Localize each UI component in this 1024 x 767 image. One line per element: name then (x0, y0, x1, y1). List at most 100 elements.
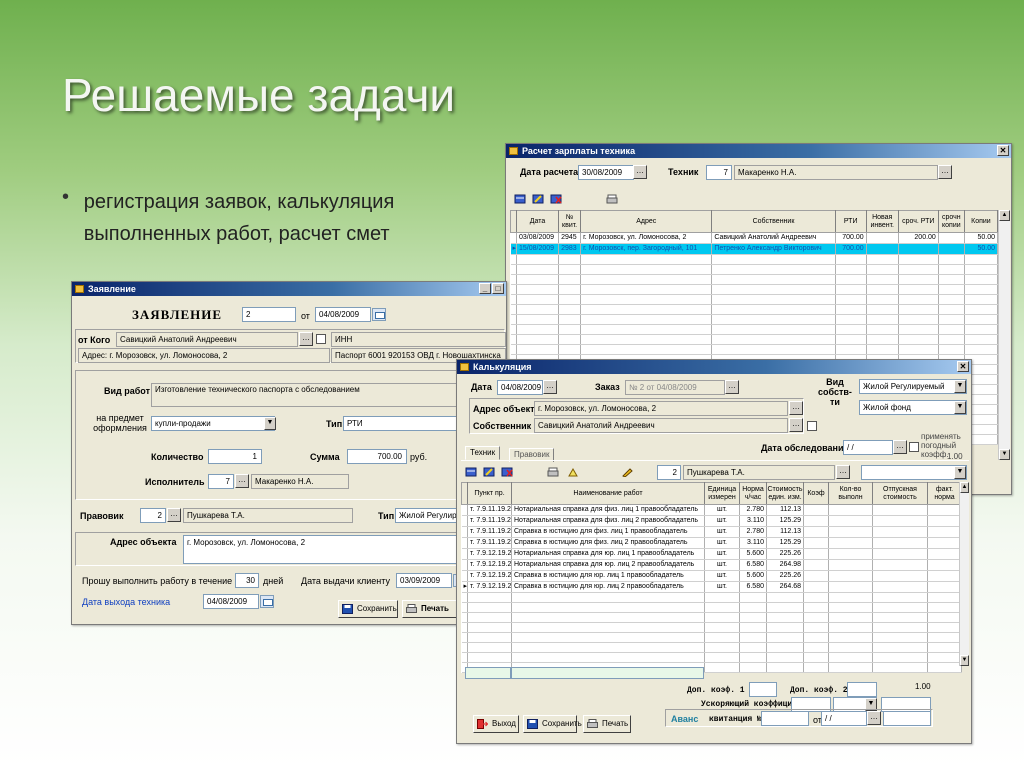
table-row[interactable]: т. 7.9.12.19.2 Нотариальная справка для ю… (461, 559, 962, 571)
calculate-icon[interactable] (567, 467, 579, 477)
sum-field[interactable]: 700.00 (347, 449, 407, 464)
lawyer-num-field[interactable]: 2 (140, 508, 166, 523)
save-button[interactable]: Сохранить (338, 600, 398, 618)
survey-date-field[interactable]: / / (843, 440, 893, 455)
lawyer-select-button[interactable]: … (167, 508, 181, 522)
edit-record-icon[interactable] (483, 467, 495, 477)
chevron-down-icon[interactable]: ▼ (264, 417, 276, 430)
executor-num-field[interactable]: 7 (208, 474, 234, 489)
calc-print-button[interactable]: Печать (583, 715, 631, 733)
print-icon[interactable] (606, 194, 618, 204)
table-row[interactable]: 03/08/2009 2945 г. Морозовск, ул. Ломоно… (510, 232, 999, 244)
salary-titlebar[interactable]: Расчет зарплаты техника ✕ (506, 144, 1011, 158)
tech-num-field[interactable]: 7 (706, 165, 732, 180)
maximize-icon[interactable]: □ (492, 283, 504, 294)
minimize-icon[interactable]: _ (479, 283, 491, 294)
col-header[interactable]: Отпускная стоимость (872, 482, 928, 505)
exec-extra-select[interactable] (861, 465, 967, 480)
owner-select-button[interactable]: … (789, 418, 803, 432)
executor-select-button[interactable]: … (235, 474, 249, 488)
table-row[interactable]: т. 7.9.11.19.2 Справка в юстицию для физ.… (461, 537, 962, 549)
object-select-button[interactable]: … (789, 401, 803, 415)
chevron-down-icon[interactable]: ▼ (954, 466, 966, 479)
col-header[interactable]: Норма ч/час (739, 482, 767, 505)
term-field[interactable]: 30 (235, 573, 259, 588)
subject-select[interactable]: купли-продажи (151, 416, 275, 431)
col-header[interactable]: срочн копии (937, 210, 965, 233)
col-header[interactable]: Адрес (580, 210, 713, 233)
table-row[interactable]: т. 7.9.11.19.2 Нотариальная справка для ф… (461, 504, 962, 516)
table-row-selected[interactable]: ▸ 15/08/2009 2983 г. Морозовск, пер. Заг… (510, 243, 999, 255)
scroll-down-icon[interactable]: ▼ (999, 449, 1010, 460)
exit-button[interactable]: Выход (473, 715, 519, 733)
weather-coef-checkbox[interactable] (909, 442, 919, 452)
col-header[interactable]: Единица измерен (704, 482, 740, 505)
owner-checkbox[interactable] (807, 421, 817, 431)
receipt-date-button[interactable]: … (867, 711, 881, 725)
scroll-up-icon[interactable]: ▲ (999, 210, 1010, 221)
edit-record-icon[interactable] (532, 194, 544, 204)
calc-titlebar[interactable]: Калькуляция ✕ (457, 360, 971, 374)
col-header[interactable]: Копии (963, 210, 999, 233)
quantity-field[interactable]: 1 (208, 449, 262, 464)
chevron-down-icon[interactable]: ▼ (954, 401, 966, 414)
survey-date-button[interactable]: … (893, 440, 907, 454)
calendar-icon[interactable] (372, 308, 386, 321)
ownership-kind-select[interactable]: Жилой Регулируемый (859, 379, 967, 394)
calc-save-button[interactable]: Сохранить (523, 715, 582, 733)
salary-scrollbar[interactable]: ▲ ▼ (998, 210, 1010, 460)
calendar-icon[interactable] (260, 595, 274, 608)
tech-out-date-field[interactable]: 04/08/2009 (203, 594, 259, 609)
receipt-date-field[interactable]: / / (821, 711, 867, 726)
col-header[interactable]: Дата (515, 210, 560, 233)
scroll-down-icon[interactable]: ▼ (960, 655, 969, 666)
table-row[interactable]: ▸ т. 7.9.12.19.2 Справка в юстицию для юр.… (461, 581, 962, 593)
col-header[interactable]: Собственник (711, 210, 836, 233)
col-header[interactable]: сроч. РТИ (897, 210, 939, 233)
table-row[interactable]: т. 7.9.12.19.2 Справка в юстицию для юр. … (461, 570, 962, 582)
date-calc-button[interactable]: … (633, 165, 647, 179)
advance-amount-field[interactable] (883, 711, 931, 726)
fund-select[interactable]: Жилой фонд (859, 400, 967, 415)
add-coef1-field[interactable] (749, 682, 777, 697)
table-row[interactable]: т. 7.9.12.19.2 Нотариальная справка для ю… (461, 548, 962, 560)
calc-scrollbar[interactable]: ▲ ▼ (959, 482, 969, 666)
col-header[interactable]: РТИ (834, 210, 867, 233)
col-header[interactable]: № квит. (558, 210, 582, 233)
add-record-icon[interactable] (465, 467, 477, 477)
close-icon[interactable]: ✕ (957, 361, 969, 372)
calc-date-button[interactable]: … (543, 380, 557, 394)
table-row[interactable]: т. 7.9.11.19.2 Нотариальная справка для ф… (461, 515, 962, 527)
col-header[interactable]: Коэф (803, 482, 829, 505)
chevron-down-icon[interactable]: ▼ (954, 380, 966, 393)
request-titlebar[interactable]: Заявление _ □ (72, 282, 506, 296)
exec-num-field[interactable]: 2 (657, 465, 681, 480)
tab-tech[interactable]: Техник (465, 446, 501, 460)
print-icon[interactable] (547, 467, 559, 477)
order-select-button[interactable]: … (725, 380, 739, 394)
col-header[interactable]: Новая инвент. (865, 210, 899, 233)
col-header[interactable]: Пункт пр. (467, 482, 512, 505)
col-header[interactable]: Кол-во выполн (828, 482, 873, 505)
client-select-button[interactable]: … (299, 332, 313, 346)
date-calc-field[interactable]: 30/08/2009 (578, 165, 634, 180)
receipt-field[interactable] (761, 711, 809, 726)
client-checkbox[interactable] (316, 334, 326, 344)
table-row[interactable]: т. 7.9.11.19.2 Справка в юстицию для физ.… (461, 526, 962, 538)
add-coef2-field[interactable] (847, 682, 877, 697)
delete-record-icon[interactable] (501, 467, 513, 477)
col-header[interactable]: Стоимость един. изм. (766, 482, 804, 505)
delete-record-icon[interactable] (550, 194, 562, 204)
exec-select-button[interactable]: … (836, 465, 850, 479)
scroll-up-icon[interactable]: ▲ (960, 482, 969, 493)
col-header[interactable]: факт. норма (927, 482, 962, 505)
tech-select-button[interactable]: … (938, 165, 952, 179)
close-icon[interactable]: ✕ (997, 145, 1009, 156)
issue-date-field[interactable]: 03/09/2009 (396, 573, 452, 588)
calc-date-field[interactable]: 04/08/2009 (497, 380, 543, 395)
col-header[interactable]: Наименование работ (511, 482, 705, 505)
add-record-icon[interactable] (514, 194, 526, 204)
request-number-field[interactable]: 2 (242, 307, 296, 322)
print-button[interactable]: Печать (402, 600, 458, 618)
pencil-icon[interactable] (621, 467, 633, 477)
